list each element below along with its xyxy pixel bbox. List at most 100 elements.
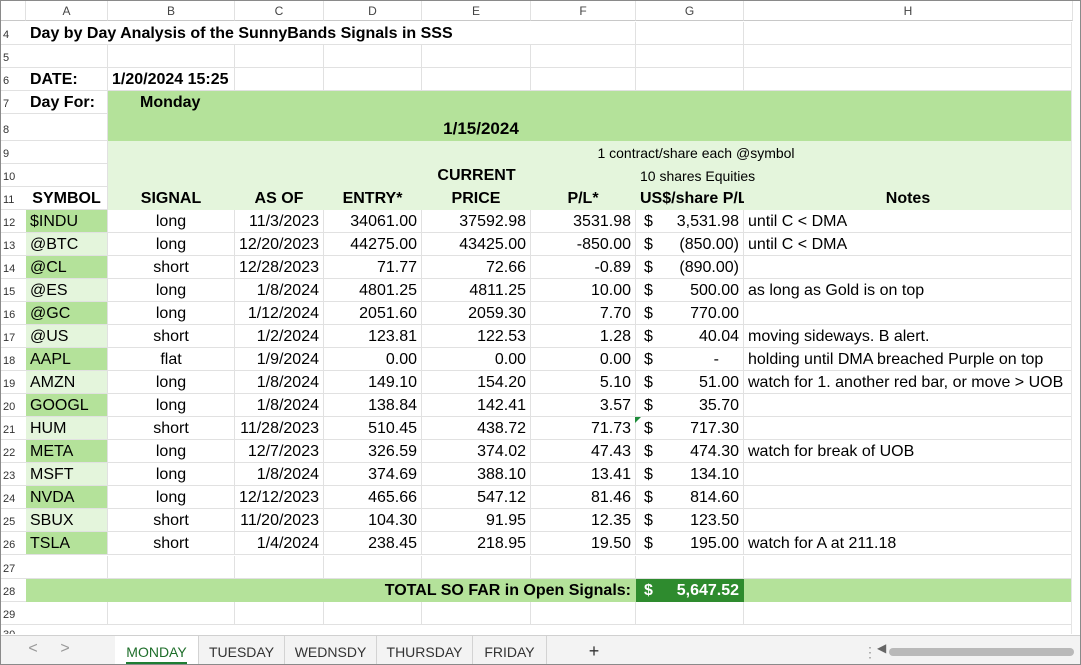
notes-cell[interactable] [744, 394, 1073, 417]
entry-cell[interactable]: 104.30 [324, 509, 422, 532]
cell[interactable] [531, 68, 636, 91]
row-number[interactable]: 21 [1, 417, 26, 440]
symbol-cell[interactable]: @US [26, 325, 108, 348]
pl-cell[interactable]: 3.57 [531, 394, 636, 417]
current-label[interactable]: CURRENT [422, 164, 531, 187]
cell[interactable] [422, 45, 531, 68]
column-header-e[interactable]: E [422, 1, 531, 21]
row-number[interactable]: 28 [1, 579, 26, 602]
tab-tuesday[interactable]: TUESDAY [199, 636, 285, 664]
row-number[interactable]: 20 [1, 394, 26, 417]
cell[interactable] [636, 68, 744, 91]
cell[interactable] [422, 556, 531, 579]
notes-cell[interactable] [744, 256, 1073, 279]
cell[interactable] [531, 602, 636, 625]
cell[interactable] [744, 22, 1073, 45]
cell[interactable] [235, 68, 324, 91]
as-of-cell[interactable]: 1/2/2024 [235, 325, 324, 348]
signal-cell[interactable]: short [108, 532, 235, 555]
sheet-title[interactable]: Day by Day Analysis of the SunnyBands Si… [26, 22, 531, 45]
cell[interactable] [744, 602, 1073, 625]
share-pl-cell[interactable]: $ (850.00) [636, 233, 744, 256]
total-label[interactable]: TOTAL SO FAR in Open Signals: [26, 579, 636, 602]
pl-cell[interactable]: 7.70 [531, 302, 636, 325]
day-value[interactable]: Monday [108, 91, 1073, 114]
entry-cell[interactable]: 326.59 [324, 440, 422, 463]
row-number[interactable]: 25 [1, 509, 26, 532]
signal-cell[interactable]: long [108, 440, 235, 463]
share-pl-cell[interactable]: $123.50 [636, 509, 744, 532]
price-cell[interactable]: 2059.30 [422, 302, 531, 325]
header-price[interactable]: PRICE [422, 187, 531, 210]
pl-cell[interactable]: 12.35 [531, 509, 636, 532]
cell[interactable] [26, 556, 108, 579]
cell[interactable] [636, 45, 744, 68]
signal-cell[interactable]: short [108, 509, 235, 532]
pl-cell[interactable]: 1.28 [531, 325, 636, 348]
share-pl-cell[interactable]: $500.00 [636, 279, 744, 302]
tab-splitter-icon[interactable]: ⋮ [863, 644, 877, 661]
signal-cell[interactable]: long [108, 486, 235, 509]
share-pl-cell[interactable]: $195.00 [636, 532, 744, 555]
as-of-cell[interactable]: 12/7/2023 [235, 440, 324, 463]
cell[interactable] [744, 68, 1073, 91]
signal-cell[interactable]: long [108, 463, 235, 486]
as-of-cell[interactable]: 1/8/2024 [235, 371, 324, 394]
column-header-f[interactable]: F [531, 1, 636, 21]
signal-cell[interactable]: long [108, 394, 235, 417]
notes-cell[interactable] [744, 486, 1073, 509]
column-header-a[interactable]: A [26, 1, 108, 21]
entry-cell[interactable]: 123.81 [324, 325, 422, 348]
price-cell[interactable]: 374.02 [422, 440, 531, 463]
row-number[interactable]: 15 [1, 279, 26, 302]
cell[interactable] [324, 556, 422, 579]
row-number[interactable]: 23 [1, 463, 26, 486]
cell[interactable] [324, 602, 422, 625]
price-cell[interactable]: 547.12 [422, 486, 531, 509]
cell[interactable] [108, 556, 235, 579]
share-pl-cell[interactable]: $ - [636, 348, 744, 371]
price-cell[interactable]: 122.53 [422, 325, 531, 348]
entry-cell[interactable]: 2051.60 [324, 302, 422, 325]
row-number[interactable]: 6 [1, 68, 26, 91]
column-header-d[interactable]: D [324, 1, 422, 21]
symbol-cell[interactable]: HUM [26, 417, 108, 440]
notes-cell[interactable]: moving sideways. B alert. [744, 325, 1073, 348]
horizontal-scrollbar-thumb[interactable] [889, 648, 1074, 656]
column-header-b[interactable]: B [108, 1, 235, 21]
symbol-cell[interactable]: AMZN [26, 371, 108, 394]
entry-cell[interactable]: 0.00 [324, 348, 422, 371]
cell[interactable] [26, 164, 108, 187]
cell[interactable] [636, 556, 744, 579]
contract-note[interactable]: 1 contract/share each @symbol [531, 141, 861, 164]
share-pl-cell[interactable]: $51.00 [636, 371, 744, 394]
cell[interactable] [324, 45, 422, 68]
price-cell[interactable]: 154.20 [422, 371, 531, 394]
pl-cell[interactable]: 71.73 [531, 417, 636, 440]
price-cell[interactable]: 218.95 [422, 532, 531, 555]
as-of-cell[interactable]: 12/12/2023 [235, 486, 324, 509]
column-header-g[interactable]: G [636, 1, 744, 21]
cell[interactable] [324, 68, 422, 91]
row-number[interactable]: 7 [1, 91, 26, 114]
total-value-cell[interactable]: $ 5,647.52 [636, 579, 744, 602]
cell[interactable] [26, 141, 108, 164]
row-number[interactable]: 26 [1, 532, 26, 555]
entry-cell[interactable]: 149.10 [324, 371, 422, 394]
notes-cell[interactable]: watch for A at 211.18 [744, 532, 1073, 555]
share-pl-cell[interactable]: $717.30 [636, 417, 744, 440]
symbol-cell[interactable]: TSLA [26, 532, 108, 555]
cell[interactable] [26, 602, 108, 625]
pl-cell[interactable]: 47.43 [531, 440, 636, 463]
cell[interactable] [108, 45, 235, 68]
share-pl-cell[interactable]: $40.04 [636, 325, 744, 348]
cell[interactable] [108, 602, 235, 625]
row-number[interactable]: 22 [1, 440, 26, 463]
notes-cell[interactable] [744, 417, 1073, 440]
notes-cell[interactable]: until C < DMA [744, 210, 1073, 233]
symbol-cell[interactable]: @GC [26, 302, 108, 325]
row-number[interactable]: 8 [1, 114, 26, 141]
row-number[interactable]: 13 [1, 233, 26, 256]
row-number[interactable]: 27 [1, 556, 26, 579]
cell[interactable] [531, 556, 636, 579]
